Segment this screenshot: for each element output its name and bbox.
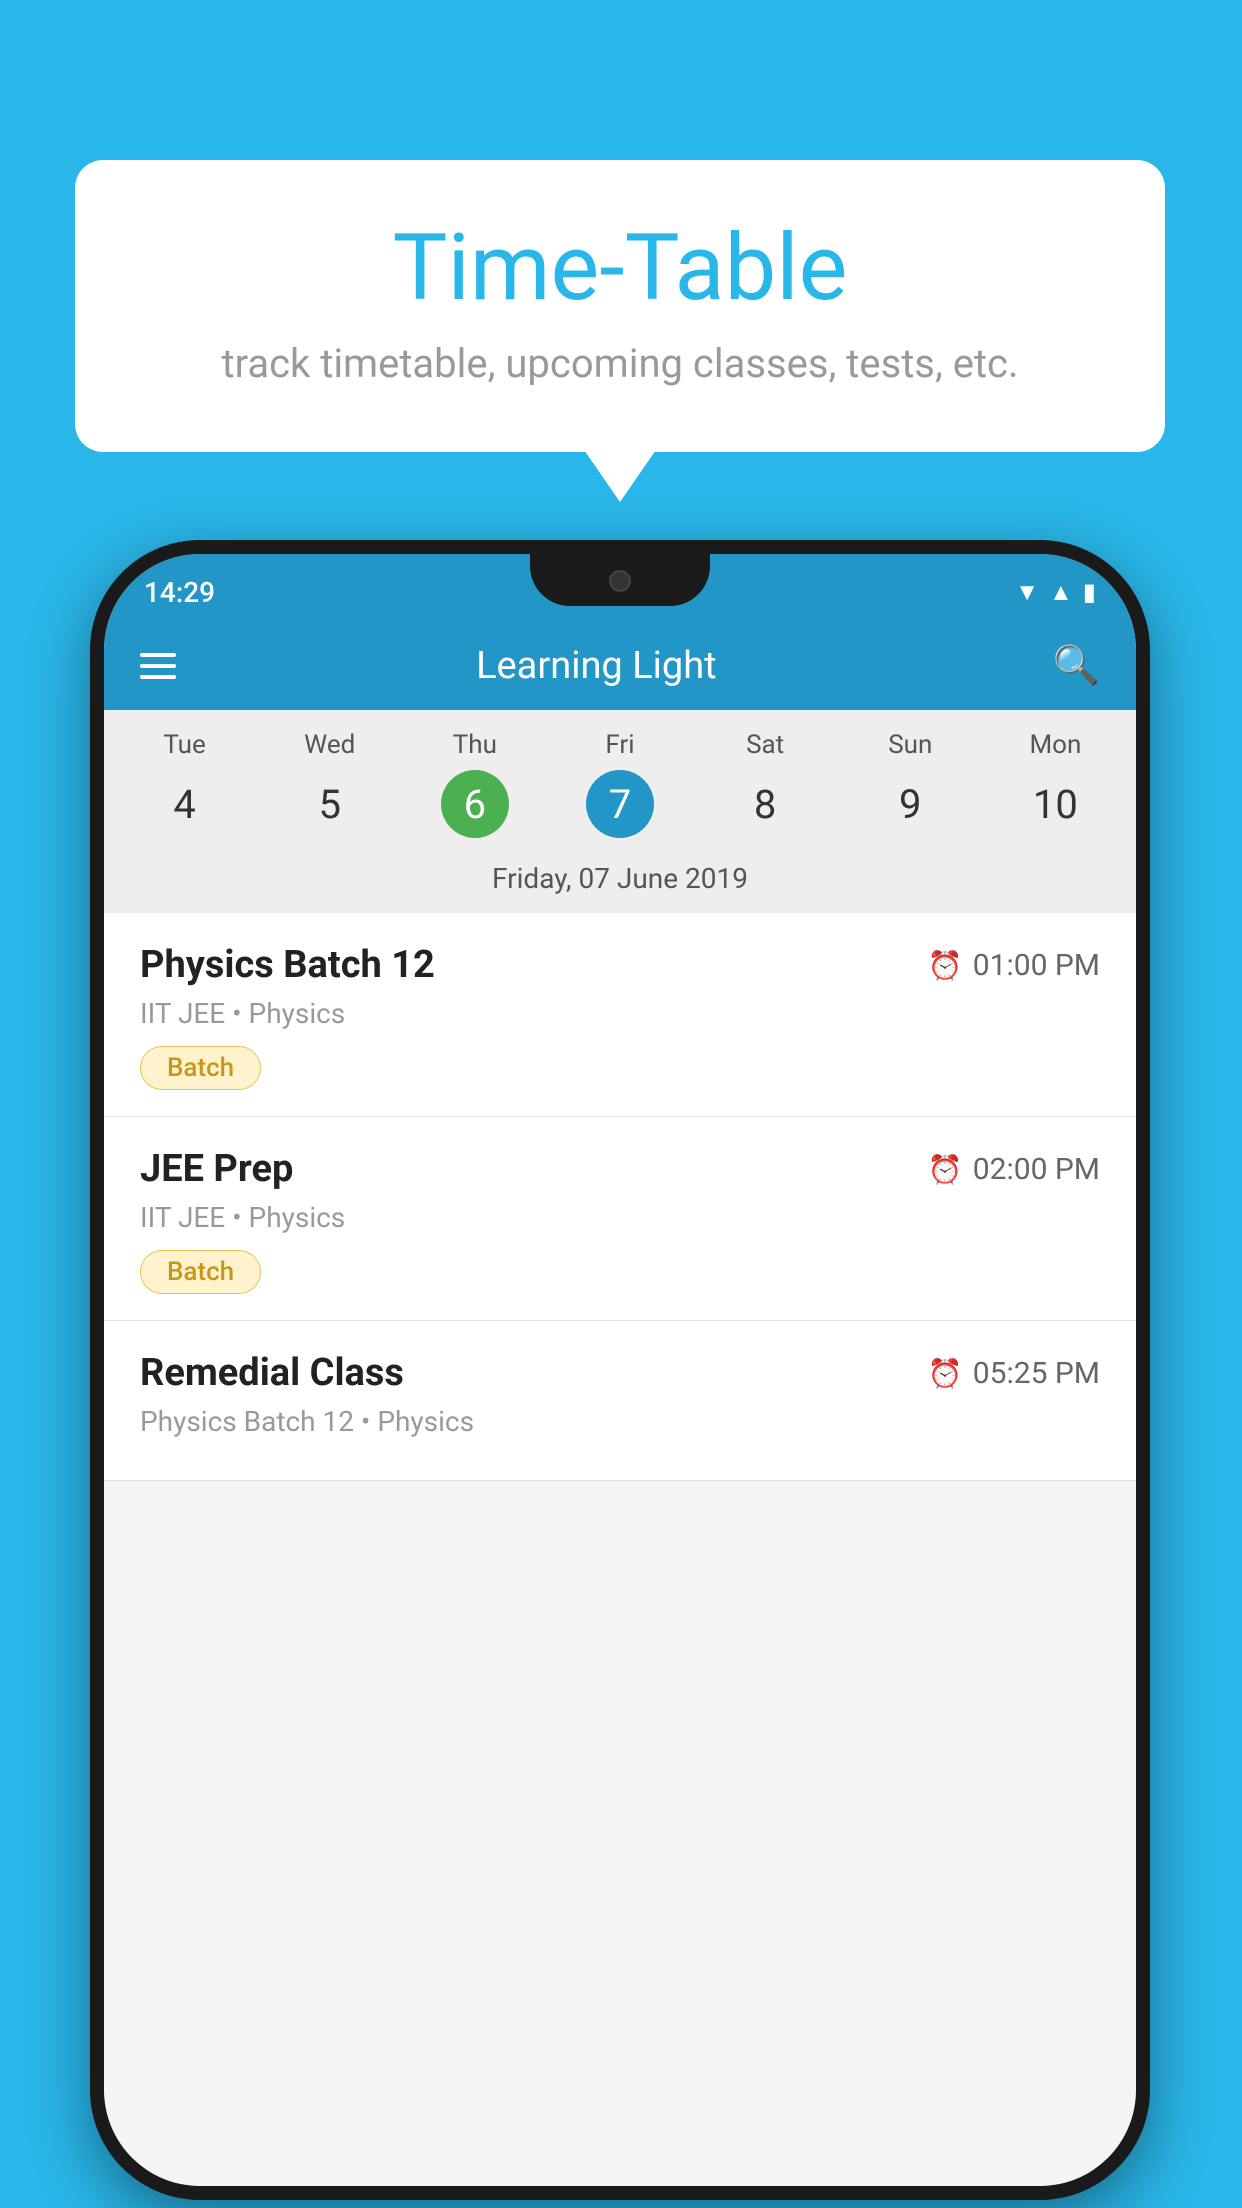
day-header: Fri — [547, 730, 692, 760]
day-number[interactable]: 8 — [693, 768, 838, 840]
hamburger-menu-button[interactable] — [140, 653, 176, 679]
schedule-item-title: JEE Prep — [140, 1147, 293, 1191]
day-numbers: 456 78910 — [104, 768, 1136, 856]
schedule-item-title: Physics Batch 12 — [140, 943, 435, 987]
selected-date-label: Friday, 07 June 2019 — [104, 856, 1136, 913]
schedule-item-sub: IIT JEE • Physics — [140, 997, 1100, 1030]
schedule-item-time: ⏰ 01:00 PM — [928, 948, 1100, 983]
phone-shell: 14:29 ▼ ▲ ▮ Learning Light 🔍 — [90, 540, 1150, 2200]
hamburger-line — [140, 653, 176, 657]
batch-badge: Batch — [140, 1250, 261, 1294]
camera-icon — [609, 570, 631, 592]
batch-badge: Batch — [140, 1046, 261, 1090]
day-number[interactable]: 4 — [112, 768, 257, 840]
hamburger-line — [140, 675, 176, 679]
day-number[interactable]: 5 — [257, 768, 402, 840]
schedule-item-time: ⏰ 02:00 PM — [928, 1152, 1100, 1187]
clock-icon: ⏰ — [928, 1153, 963, 1186]
schedule-item-time: ⏰ 05:25 PM — [928, 1356, 1100, 1391]
schedule-item-title: Remedial Class — [140, 1351, 404, 1395]
day-number[interactable]: 7 — [586, 770, 654, 838]
phone-screen: 14:29 ▼ ▲ ▮ Learning Light 🔍 — [104, 554, 1136, 2186]
day-headers: TueWedThuFriSatSunMon — [104, 710, 1136, 768]
schedule-item[interactable]: Physics Batch 12 ⏰ 01:00 PM IIT JEE • Ph… — [104, 913, 1136, 1117]
notch — [530, 554, 710, 606]
phone-wrapper: 14:29 ▼ ▲ ▮ Learning Light 🔍 — [90, 540, 1150, 2200]
schedule-item-header: Remedial Class ⏰ 05:25 PM — [140, 1351, 1100, 1395]
day-header: Mon — [983, 730, 1128, 760]
schedule-item-header: JEE Prep ⏰ 02:00 PM — [140, 1147, 1100, 1191]
search-button[interactable]: 🔍 — [1053, 644, 1100, 688]
day-header: Thu — [402, 730, 547, 760]
clock-icon: ⏰ — [928, 949, 963, 982]
schedule-item-sub: IIT JEE • Physics — [140, 1201, 1100, 1234]
app-bar: Learning Light 🔍 — [104, 622, 1136, 710]
schedule-item-header: Physics Batch 12 ⏰ 01:00 PM — [140, 943, 1100, 987]
wifi-icon: ▼ — [1015, 578, 1039, 607]
day-header: Sun — [838, 730, 983, 760]
day-number[interactable]: 6 — [441, 770, 509, 838]
day-header: Wed — [257, 730, 402, 760]
calendar-section: TueWedThuFriSatSunMon 456 78910 Friday, 0… — [104, 710, 1136, 913]
day-number[interactable]: 9 — [838, 768, 983, 840]
status-icons: ▼ ▲ ▮ — [1015, 578, 1096, 607]
tooltip-title: Time-Table — [135, 215, 1105, 322]
tooltip-card: Time-Table track timetable, upcoming cla… — [75, 160, 1165, 452]
battery-icon: ▮ — [1083, 578, 1096, 606]
schedule-list: Physics Batch 12 ⏰ 01:00 PM IIT JEE • Ph… — [104, 913, 1136, 1481]
day-header: Sat — [693, 730, 838, 760]
clock-icon: ⏰ — [928, 1357, 963, 1390]
day-header: Tue — [112, 730, 257, 760]
day-number[interactable]: 10 — [983, 768, 1128, 840]
schedule-item[interactable]: Remedial Class ⏰ 05:25 PM Physics Batch … — [104, 1321, 1136, 1481]
tooltip-subtitle: track timetable, upcoming classes, tests… — [135, 340, 1105, 387]
status-time: 14:29 — [144, 576, 215, 609]
schedule-item-sub: Physics Batch 12 • Physics — [140, 1405, 1100, 1438]
app-title: Learning Light — [204, 644, 989, 688]
schedule-item[interactable]: JEE Prep ⏰ 02:00 PM IIT JEE • Physics Ba… — [104, 1117, 1136, 1321]
signal-icon: ▲ — [1049, 578, 1073, 607]
screen-content: TueWedThuFriSatSunMon 456 78910 Friday, 0… — [104, 710, 1136, 2186]
hamburger-line — [140, 664, 176, 668]
